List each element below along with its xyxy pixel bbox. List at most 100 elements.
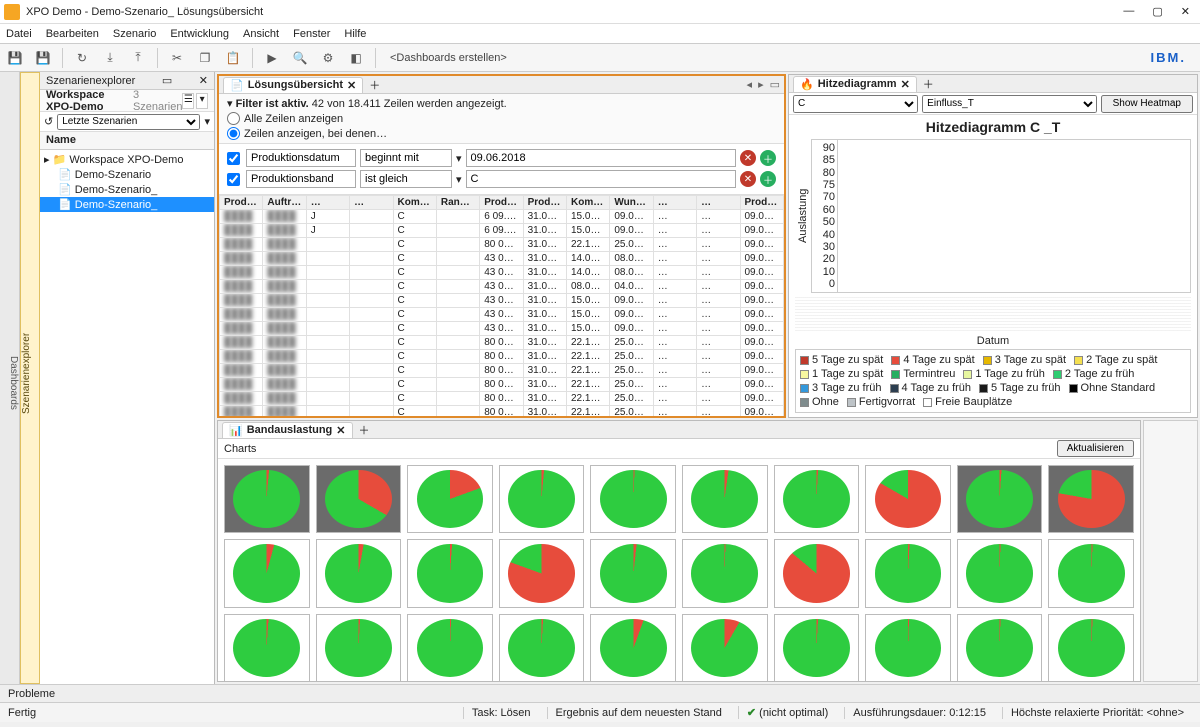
col-header[interactable]: … — [350, 196, 393, 210]
table-row[interactable]: ████████C80 08.06.201831.08.201822.12.22… — [220, 364, 784, 378]
tree-item[interactable]: 📄 Demo-Szenario_ — [40, 197, 214, 212]
pie-cell[interactable] — [499, 465, 585, 533]
minimize-button[interactable]: — — [1123, 5, 1134, 18]
band-refresh-button[interactable]: Aktualisieren — [1057, 440, 1134, 457]
heatmap-select-c[interactable]: C — [793, 95, 918, 113]
table-row[interactable]: ████████C80 08.06.201831.08.201822.12.22… — [220, 238, 784, 252]
table-row[interactable]: ████████JC6 09.06.201831.08.201815.06.20… — [220, 210, 784, 224]
close-button[interactable]: ✕ — [1181, 5, 1190, 18]
col-header[interactable]: … — [653, 196, 696, 210]
pie-cell[interactable] — [407, 465, 493, 533]
pie-cell[interactable] — [865, 465, 951, 533]
table-row[interactable]: ████████C43 09.06.201831.08.201814.06.20… — [220, 252, 784, 266]
filter-value-input[interactable] — [466, 170, 736, 188]
filter-field-input[interactable] — [246, 149, 356, 167]
import-icon[interactable]: ⤓ — [99, 47, 121, 69]
pie-cell[interactable] — [316, 614, 402, 681]
menu-datei[interactable]: Datei — [6, 28, 32, 40]
filter-value-input[interactable] — [466, 149, 736, 167]
pie-cell[interactable] — [499, 614, 585, 681]
pie-cell[interactable] — [774, 539, 860, 607]
table-row[interactable]: ████████C43 09.06.201831.08.201808.06.20… — [220, 280, 784, 294]
problems-bar[interactable]: Probleme — [0, 684, 1200, 702]
pie-cell[interactable] — [774, 614, 860, 681]
table-row[interactable]: ████████JC6 09.06.201831.08.201815.06.20… — [220, 224, 784, 238]
col-header[interactable]: … — [306, 196, 349, 210]
pane-max-icon[interactable]: ▭ — [770, 78, 780, 91]
refresh-icon[interactable]: ↻ — [71, 47, 93, 69]
pie-cell[interactable] — [499, 539, 585, 607]
menu-ansicht[interactable]: Ansicht — [243, 28, 279, 40]
pie-cell[interactable] — [682, 614, 768, 681]
col-header[interactable]: Kommunizierт… — [567, 196, 610, 210]
table-row[interactable]: ████████C80 08.06.201831.08.201822.12.22… — [220, 350, 784, 364]
radio-where-rows[interactable]: Zeilen anzeigen, bei denen… — [227, 127, 776, 140]
explorer-minimize-icon[interactable]: ▭ — [162, 74, 172, 87]
pie-cell[interactable] — [224, 614, 310, 681]
export-icon[interactable]: ⤒ — [127, 47, 149, 69]
dashboards-rail[interactable]: Dashboards — [0, 72, 20, 684]
pie-cell[interactable] — [590, 465, 676, 533]
pie-cell[interactable] — [1048, 614, 1134, 681]
pie-cell[interactable] — [407, 539, 493, 607]
show-heatmap-button[interactable]: Show Heatmap — [1101, 95, 1193, 113]
pie-cell[interactable] — [682, 539, 768, 607]
explorer-tab[interactable]: Szenarienexplorer ▭ ✕ — [40, 72, 214, 90]
col-header[interactable]: Kompone… — [393, 196, 436, 210]
search-icon[interactable]: 🔍 — [289, 47, 311, 69]
copy-icon[interactable]: ❐ — [194, 47, 216, 69]
pie-cell[interactable] — [316, 465, 402, 533]
tab-solution-close-icon[interactable]: ✕ — [347, 79, 356, 92]
pie-cell[interactable] — [957, 539, 1043, 607]
pie-cell[interactable] — [590, 614, 676, 681]
tree-item[interactable]: 📄 Demo-Szenario — [40, 167, 214, 182]
col-header[interactable]: Produkt-ID — [220, 196, 263, 210]
table-row[interactable]: ████████C80 08.06.201831.08.201822.12.22… — [220, 392, 784, 406]
add-band-tab[interactable]: ＋ — [355, 422, 374, 438]
tree-root[interactable]: ▸ 📁 Workspace XPO-Demo — [40, 152, 214, 167]
col-header[interactable]: … — [697, 196, 740, 210]
tab-band-close-icon[interactable]: ✕ — [336, 424, 345, 437]
pie-cell[interactable] — [774, 465, 860, 533]
filter-op-input[interactable] — [360, 149, 452, 167]
col-header[interactable]: Rang… — [436, 196, 479, 210]
cut-icon[interactable]: ✂ — [166, 47, 188, 69]
pie-cell[interactable] — [224, 539, 310, 607]
menu-szenario[interactable]: Szenario — [113, 28, 156, 40]
save-all-icon[interactable]: 💾 — [32, 47, 54, 69]
pie-cell[interactable] — [957, 465, 1043, 533]
pie-cell[interactable] — [865, 539, 951, 607]
heatmap-select-measure[interactable]: Einfluss_T — [922, 95, 1096, 113]
nav-prev-icon[interactable]: ◂ — [747, 78, 753, 91]
save-icon[interactable]: 💾 — [4, 47, 26, 69]
table-row[interactable]: ████████C43 06.06.201831.08.201815.06.20… — [220, 308, 784, 322]
tab-band[interactable]: 📊 Bandauslastung ✕ — [222, 422, 353, 438]
nav-next-icon[interactable]: ▸ — [758, 78, 764, 91]
explorer-menu-icon[interactable]: ▾ — [196, 93, 208, 109]
col-header[interactable]: Produktionsdatum — [740, 196, 784, 210]
filter-delete-icon[interactable]: ✕ — [740, 150, 756, 166]
menu-entwicklung[interactable]: Entwicklung — [170, 28, 229, 40]
menu-bearbeiten[interactable]: Bearbeiten — [46, 28, 99, 40]
filter-op-input[interactable] — [360, 170, 452, 188]
filter-add-icon[interactable]: ＋ — [760, 171, 776, 187]
pie-cell[interactable] — [224, 465, 310, 533]
pie-cell[interactable] — [682, 465, 768, 533]
filter-delete-icon[interactable]: ✕ — [740, 171, 756, 187]
scenario-filter-select[interactable]: Letzte Szenarien — [57, 114, 200, 130]
paste-icon[interactable]: 📋 — [222, 47, 244, 69]
pie-cell[interactable] — [1048, 465, 1134, 533]
tab-solution[interactable]: 📄 Lösungsübersicht ✕ — [223, 77, 363, 93]
table-row[interactable]: ████████C43 06.06.201831.08.201815.06.20… — [220, 322, 784, 336]
tab-heatmap[interactable]: 🔥 Hitzediagramm ✕ — [793, 76, 917, 92]
col-header[interactable]: Auftrags-ID — [263, 196, 306, 210]
chart-icon[interactable]: ◧ — [345, 47, 367, 69]
tree-item[interactable]: 📄 Demo-Szenario_ — [40, 182, 214, 197]
filter-enable-checkbox[interactable] — [227, 173, 240, 186]
pie-cell[interactable] — [590, 539, 676, 607]
add-tab-button[interactable]: ＋ — [365, 77, 384, 93]
dashboards-create-link[interactable]: <Dashboards erstellen> — [384, 52, 513, 64]
pie-cell[interactable] — [407, 614, 493, 681]
explorer-rail[interactable]: Szenarienexplorer — [20, 72, 40, 684]
table-row[interactable]: ████████C80 08.06.201831.08.201822.12.22… — [220, 378, 784, 392]
